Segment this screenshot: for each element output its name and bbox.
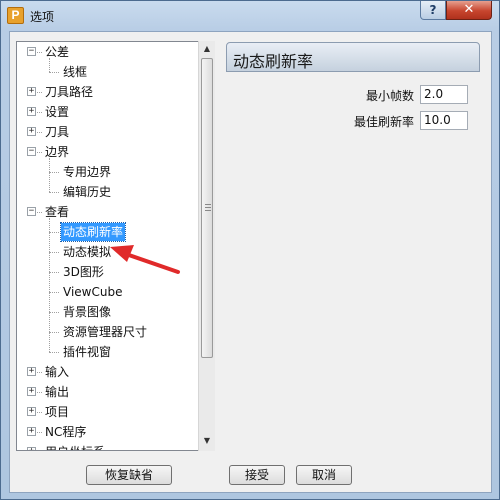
tree-connector: [49, 312, 59, 313]
tree-connector: [49, 332, 59, 333]
tree-item-label[interactable]: 资源管理器尺寸: [61, 323, 149, 341]
tree-connector: [37, 112, 42, 113]
expand-icon[interactable]: +: [27, 387, 36, 396]
tree-item-label[interactable]: 专用边界: [61, 163, 113, 181]
tree-connector: [37, 432, 42, 433]
tree-item-label[interactable]: NC程序: [43, 423, 88, 441]
tree-connector: [37, 152, 42, 153]
tree-item-label[interactable]: 输出: [43, 383, 71, 401]
best-refresh-input[interactable]: 10.0: [420, 111, 468, 130]
tree-connector: [49, 172, 59, 173]
expand-icon[interactable]: +: [27, 447, 36, 450]
cancel-button[interactable]: 取消: [296, 465, 352, 485]
tree-item[interactable]: 插件视窗: [61, 343, 113, 361]
tree-item-label[interactable]: 边界: [43, 143, 71, 161]
tree-item-label[interactable]: 项目: [43, 403, 71, 421]
best-refresh-label: 最佳刷新率: [354, 115, 415, 129]
scroll-up-icon[interactable]: ▲: [199, 41, 215, 57]
expand-icon[interactable]: +: [27, 407, 36, 416]
window-title: 选项: [30, 10, 55, 24]
tree-item[interactable]: 编辑历史: [61, 183, 113, 201]
tree-item-label[interactable]: 刀具: [43, 123, 71, 141]
expand-icon[interactable]: +: [27, 87, 36, 96]
tree-connector: [49, 252, 59, 253]
tree-connector: [49, 218, 50, 352]
min-frames-input[interactable]: 2.0: [420, 85, 468, 104]
options-tree[interactable]: 公差 − 线框 刀具路径 + 设置 + 刀具 + 边界 − 专用边界 编辑历史 查看 − 动态刷新率 动态模拟 3…: [16, 41, 214, 451]
app-logo-icon: P: [7, 7, 24, 24]
min-frames-label: 最小帧数: [366, 89, 415, 103]
tree-connector: [37, 212, 42, 213]
tree-connector: [37, 412, 42, 413]
tree-item[interactable]: NC程序: [43, 423, 88, 441]
tree-connector: [49, 232, 59, 233]
collapse-icon[interactable]: −: [27, 207, 36, 216]
collapse-icon[interactable]: −: [27, 47, 36, 56]
tree-connector: [49, 72, 59, 73]
tree-connector: [49, 352, 59, 353]
tree-item-label[interactable]: 用户坐标系: [43, 443, 107, 450]
tree-item[interactable]: 背景图像: [61, 303, 113, 321]
tree-item[interactable]: 输入: [43, 363, 71, 381]
tree-connector: [37, 52, 42, 53]
tree-item-label[interactable]: 线框: [61, 63, 89, 81]
tree-item[interactable]: 用户坐标系: [43, 443, 107, 450]
tree-item[interactable]: 输出: [43, 383, 71, 401]
tree-connector: [37, 92, 42, 93]
expand-icon[interactable]: +: [27, 367, 36, 376]
panel-header: 动态刷新率: [226, 42, 480, 72]
tree-item[interactable]: 线框: [61, 63, 89, 81]
tree-item[interactable]: 项目: [43, 403, 71, 421]
tree-item[interactable]: 3D图形: [61, 263, 106, 281]
tree-item-label[interactable]: 输入: [43, 363, 71, 381]
tree-item-label[interactable]: 动态刷新率: [59, 222, 127, 242]
tree-item-label[interactable]: ViewCube: [61, 283, 124, 301]
tree-item[interactable]: 动态模拟: [61, 243, 113, 261]
tree-connector: [49, 58, 50, 72]
tree-connector: [37, 392, 42, 393]
expand-icon[interactable]: +: [27, 127, 36, 136]
tree-item[interactable]: 刀具: [43, 123, 71, 141]
grip-icon: [205, 204, 211, 205]
tree-connector: [37, 372, 42, 373]
tree-scrollbar[interactable]: ▲ ▼: [198, 41, 215, 451]
title-bar[interactable]: P 选项 ? ✕: [1, 1, 500, 31]
tree-item[interactable]: 查看: [43, 203, 71, 221]
collapse-icon[interactable]: −: [27, 147, 36, 156]
help-button[interactable]: ?: [420, 1, 446, 20]
tree-item[interactable]: 边界: [43, 143, 71, 161]
tree-connector: [49, 158, 50, 192]
tree-connector: [49, 192, 59, 193]
restore-defaults-button[interactable]: 恢复缺省: [86, 465, 172, 485]
tree-item-label[interactable]: 背景图像: [61, 303, 113, 321]
tree-item-label[interactable]: 插件视窗: [61, 343, 113, 361]
tree-item-label[interactable]: 查看: [43, 203, 71, 221]
scroll-thumb[interactable]: [201, 58, 213, 358]
tree-item[interactable]: 设置: [43, 103, 71, 121]
tree-item-label[interactable]: 设置: [43, 103, 71, 121]
tree-item[interactable]: ViewCube: [61, 283, 124, 301]
close-button[interactable]: ✕: [446, 1, 492, 20]
tree-connector: [49, 272, 59, 273]
tree-item-label[interactable]: 3D图形: [61, 263, 106, 281]
accept-button[interactable]: 接受: [229, 465, 285, 485]
scroll-down-icon[interactable]: ▼: [199, 433, 215, 449]
tree-item-label[interactable]: 编辑历史: [61, 183, 113, 201]
tree-connector: [49, 292, 59, 293]
tree-item[interactable]: 刀具路径: [43, 83, 95, 101]
tree-item-label[interactable]: 刀具路径: [43, 83, 95, 101]
tree-item[interactable]: 专用边界: [61, 163, 113, 181]
expand-icon[interactable]: +: [27, 427, 36, 436]
tree-item-label[interactable]: 动态模拟: [61, 243, 113, 261]
tree-connector: [37, 132, 42, 133]
tree-item[interactable]: 资源管理器尺寸: [61, 323, 149, 341]
tree-item[interactable]: 动态刷新率: [59, 222, 127, 242]
expand-icon[interactable]: +: [27, 107, 36, 116]
tree-item[interactable]: 公差: [43, 43, 71, 61]
panel-title: 动态刷新率: [233, 52, 314, 71]
tree-item-label[interactable]: 公差: [43, 43, 71, 61]
